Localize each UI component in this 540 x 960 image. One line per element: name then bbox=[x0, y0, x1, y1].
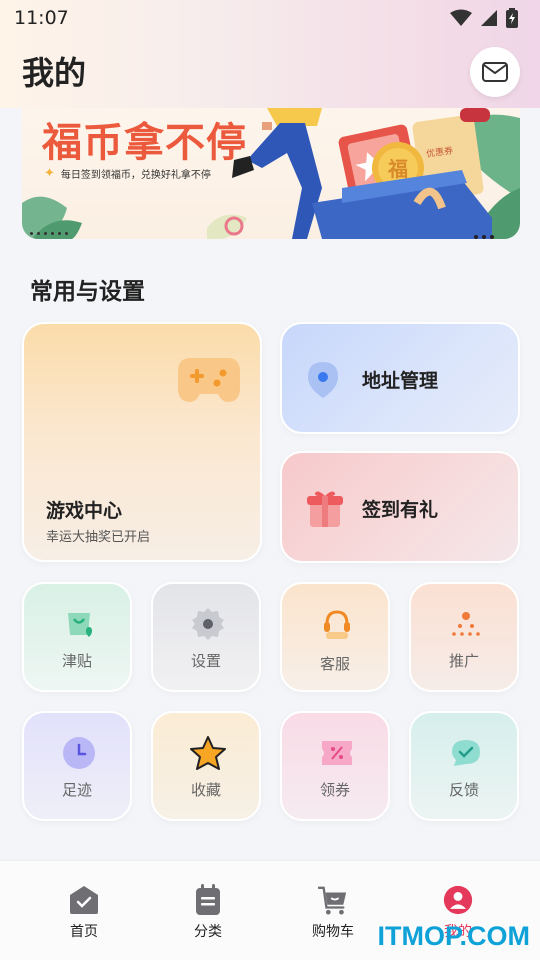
nav-cart-label: 购物车 bbox=[312, 924, 354, 940]
banner-page-dots bbox=[474, 235, 494, 239]
clock-icon bbox=[61, 735, 97, 771]
collection-card[interactable]: 收藏 bbox=[151, 711, 261, 821]
banner-dots-left bbox=[30, 232, 68, 235]
signal-icon bbox=[481, 10, 497, 26]
address-management-label: 地址管理 bbox=[362, 370, 439, 392]
mail-button[interactable] bbox=[470, 47, 520, 97]
daily-checkin-card[interactable]: 签到有礼 bbox=[280, 451, 520, 563]
status-icons bbox=[450, 8, 518, 28]
settings-card[interactable]: 设置 bbox=[151, 582, 261, 692]
headset-icon bbox=[319, 606, 355, 642]
watermark: ITMOP.COM bbox=[377, 921, 530, 951]
customer-service-label: 客服 bbox=[319, 655, 350, 673]
section-title: 常用与设置 bbox=[30, 279, 145, 305]
status-time: 11:07 bbox=[14, 7, 69, 29]
star-icon bbox=[190, 735, 226, 771]
game-center-title: 游戏中心 bbox=[46, 500, 123, 522]
status-bar: 11:07 bbox=[0, 0, 540, 36]
feedback-card[interactable]: 反馈 bbox=[409, 711, 519, 821]
coupon-icon bbox=[319, 735, 355, 771]
chat-check-icon bbox=[448, 735, 484, 771]
category-list-icon bbox=[193, 883, 223, 917]
nav-home-label: 首页 bbox=[70, 924, 98, 940]
user-profile-icon bbox=[443, 883, 473, 917]
nav-cart[interactable]: 购物车 bbox=[283, 861, 383, 960]
allowance-card[interactable]: 津贴 bbox=[22, 582, 132, 692]
footprint-card[interactable]: 足迹 bbox=[22, 711, 132, 821]
coin-text: 福 bbox=[387, 157, 408, 181]
daily-checkin-label: 签到有礼 bbox=[362, 499, 439, 521]
share-network-icon bbox=[448, 606, 484, 642]
mail-icon bbox=[482, 62, 508, 82]
customer-service-card[interactable]: 客服 bbox=[280, 582, 390, 692]
location-pin-icon bbox=[306, 360, 340, 404]
battery-icon bbox=[506, 8, 518, 28]
nav-category[interactable]: 分类 bbox=[158, 861, 258, 960]
home-icon bbox=[69, 883, 99, 917]
promote-label: 推广 bbox=[448, 652, 479, 670]
gift-icon bbox=[306, 489, 344, 533]
settings-label: 设置 bbox=[190, 652, 221, 670]
gamepad-icon bbox=[176, 354, 242, 408]
gear-icon bbox=[190, 606, 226, 642]
footprint-label: 足迹 bbox=[61, 781, 92, 799]
feedback-label: 反馈 bbox=[448, 781, 479, 799]
address-management-card[interactable]: 地址管理 bbox=[280, 322, 520, 434]
game-center-card[interactable]: 游戏中心 幸运大抽奖已开启 bbox=[22, 322, 262, 562]
promo-banner[interactable]: 福币拿不停 ✦ 每日签到领福币，兑换好礼拿不停 优惠券 福 bbox=[22, 108, 520, 239]
shopping-cart-icon bbox=[318, 883, 348, 917]
wifi-icon bbox=[450, 9, 472, 26]
nav-home[interactable]: 首页 bbox=[34, 861, 134, 960]
promote-card[interactable]: 推广 bbox=[409, 582, 519, 692]
nav-category-label: 分类 bbox=[194, 924, 222, 940]
coupon-label: 领券 bbox=[319, 781, 350, 799]
game-center-subtitle: 幸运大抽奖已开启 bbox=[46, 530, 151, 545]
collection-label: 收藏 bbox=[190, 781, 221, 799]
allowance-label: 津贴 bbox=[61, 652, 92, 670]
banner-illustration: 优惠券 福 bbox=[22, 108, 520, 239]
shopping-bag-icon bbox=[61, 606, 97, 642]
page-title: 我的 bbox=[22, 54, 87, 92]
coupon-card[interactable]: 领券 bbox=[280, 711, 390, 821]
